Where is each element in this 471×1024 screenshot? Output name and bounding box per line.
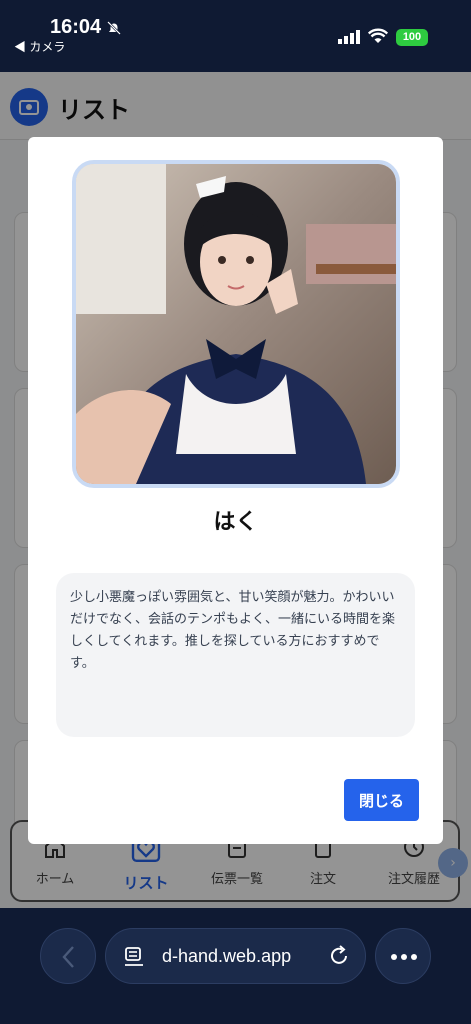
url-text: d-hand.web.app <box>162 946 292 966</box>
more-dots-icon <box>391 954 417 960</box>
profile-photo-image <box>76 164 396 484</box>
address-bar[interactable]: d-hand.web.app <box>105 928 366 984</box>
reload-icon[interactable] <box>328 945 350 967</box>
browser-back-button[interactable] <box>40 928 96 984</box>
page-info-icon <box>125 947 143 966</box>
cellular-signal-icon <box>338 30 360 44</box>
bell-muted-icon <box>107 21 121 35</box>
profile-photo <box>72 160 400 488</box>
status-bar: 16:04 ◀ カメラ 100 <box>0 0 471 72</box>
chevron-left-icon <box>62 946 74 968</box>
wifi-icon <box>368 28 388 43</box>
battery-indicator: 100 <box>396 29 428 46</box>
close-button[interactable]: 閉じる <box>344 779 419 821</box>
profile-name: はく <box>213 510 258 535</box>
browser-toolbar: d-hand.web.app <box>0 908 471 1024</box>
status-time: 16:04 <box>50 16 102 38</box>
back-to-app-link[interactable]: ◀ カメラ <box>14 38 65 55</box>
browser-more-button[interactable] <box>375 928 431 984</box>
profile-description: 少し小悪魔っぽい雰囲気と、甘い笑顔が魅力。かわいいだけでなく、会話のテンポもよく… <box>56 573 415 737</box>
